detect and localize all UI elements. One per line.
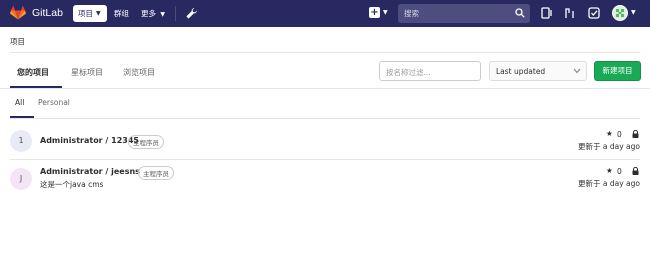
chevron-down-icon: ▼ <box>160 11 166 18</box>
gitlab-logo[interactable]: GitLab <box>10 5 63 20</box>
access-level-badge: 主程序员 <box>128 135 164 149</box>
nav-more-dropdown[interactable]: 更多 ▼ <box>141 8 165 19</box>
project-row[interactable]: 1 Administrator / 12345 主程序员 ★ 0 更新于 a d… <box>10 129 640 159</box>
divider <box>0 88 650 89</box>
star-icon[interactable]: ★ <box>606 166 613 175</box>
row-divider <box>10 159 640 160</box>
nav-projects-label: 项目 <box>78 9 93 18</box>
tanuki-icon <box>10 5 26 20</box>
plus-square-icon: + <box>369 7 380 18</box>
admin-area-button[interactable] <box>186 7 198 21</box>
updated-time: 更新于 a day ago <box>578 142 640 151</box>
wrench-icon <box>186 8 197 19</box>
lock-icon <box>632 130 639 138</box>
merge-request-icon <box>565 8 574 18</box>
nav-groups-link[interactable]: 群组 <box>114 8 129 19</box>
search-input[interactable]: 搜索 <box>398 4 530 23</box>
panel-icon <box>541 7 552 19</box>
project-avatar[interactable]: 1 <box>10 130 32 152</box>
brand-name: GitLab <box>32 6 63 19</box>
star-count: 0 <box>617 167 622 176</box>
merge-requests-nav-button[interactable] <box>564 7 575 21</box>
star-count: 0 <box>617 130 622 139</box>
new-item-dropdown[interactable]: + ▼ <box>369 7 388 18</box>
subtab-personal[interactable]: Personal <box>38 98 70 107</box>
nav-divider <box>175 6 176 21</box>
chevron-down-icon: ▼ <box>631 9 636 16</box>
identicon-avatar-icon <box>616 9 624 17</box>
project-name-link[interactable]: Administrator / jeesns <box>40 167 140 176</box>
chevron-down-icon: ▼ <box>383 9 388 16</box>
breadcrumb[interactable]: 项目 <box>10 36 25 47</box>
search-placeholder: 搜索 <box>404 9 419 18</box>
project-row[interactable]: J Administrator / jeesns 主程序员 这是一个java c… <box>10 166 640 196</box>
issues-nav-button[interactable] <box>541 7 552 21</box>
sort-selected-value: Last updated <box>496 67 546 76</box>
todo-check-icon <box>588 7 600 19</box>
divider <box>10 118 640 119</box>
nav-projects-dropdown[interactable]: 项目 ▼ <box>73 5 107 22</box>
updated-time: 更新于 a day ago <box>578 179 640 188</box>
nav-more-label: 更多 <box>141 9 156 18</box>
project-name-link[interactable]: Administrator / 12345 <box>40 136 139 145</box>
lock-icon <box>632 167 639 175</box>
divider <box>10 52 640 53</box>
tab-starred-projects[interactable]: 星标项目 <box>71 67 103 78</box>
new-project-button[interactable]: 新建项目 <box>594 61 641 81</box>
project-description: 这是一个java cms <box>40 180 104 189</box>
tab-explore-projects[interactable]: 浏览项目 <box>123 67 155 78</box>
project-avatar[interactable]: J <box>10 168 32 190</box>
star-icon[interactable]: ★ <box>606 129 613 138</box>
search-icon <box>515 8 525 18</box>
top-navbar: GitLab 项目 ▼ 群组 更多 ▼ + ▼ 搜索 ▼ <box>0 0 650 27</box>
chevron-down-icon: ▼ <box>96 10 101 17</box>
access-level-badge: 主程序员 <box>138 166 174 180</box>
filter-by-name-input[interactable]: 按名称过滤... <box>379 61 481 81</box>
sort-dropdown[interactable]: Last updated <box>489 61 587 81</box>
user-avatar-button[interactable] <box>612 5 628 21</box>
filter-placeholder: 按名称过滤... <box>386 68 431 77</box>
subtab-all[interactable]: All <box>15 98 24 107</box>
todos-nav-button[interactable] <box>588 7 600 21</box>
chevron-down-icon <box>573 68 581 74</box>
tab-your-projects[interactable]: 您的项目 <box>17 67 49 78</box>
